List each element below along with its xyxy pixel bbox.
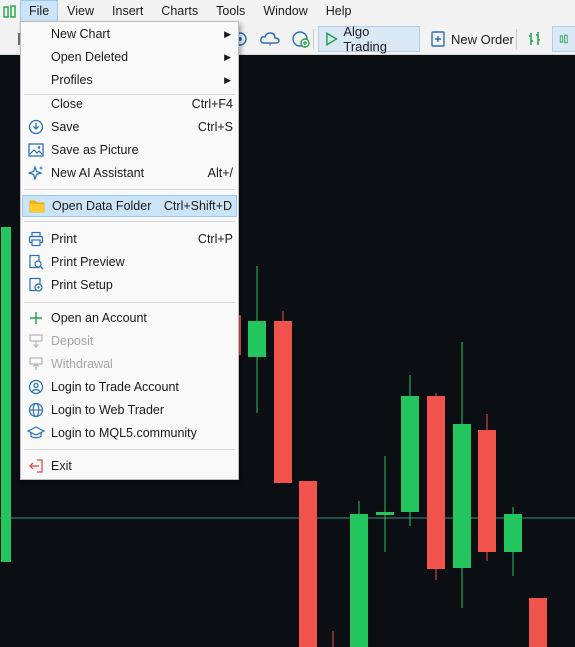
globe-icon [22, 399, 50, 421]
menu-item-withdrawal[interactable]: Withdrawal [22, 353, 237, 375]
print-setup-icon [22, 274, 50, 296]
candle [376, 512, 394, 515]
candlestick-chart-icon[interactable] [552, 26, 575, 52]
menu-item-save-as-picture[interactable]: Save as Picture [22, 139, 237, 161]
menu-item-save[interactable]: Save Ctrl+S [22, 116, 237, 138]
menu-item-open-data-folder[interactable]: Open Data Folder Ctrl+Shift+D [22, 195, 237, 217]
menu-item-exit[interactable]: Exit [22, 455, 237, 477]
menu-item-print[interactable]: Print Ctrl+P [22, 228, 237, 250]
user-icon [22, 376, 50, 398]
submenu-arrow-icon: ▶ [224, 74, 231, 85]
menu-item-profiles[interactable]: Profiles ▶ [22, 69, 237, 91]
file-menu-dropdown: New Chart ▶ Open Deleted ▶ Profiles ▶ Cl… [20, 21, 239, 480]
menu-separator [24, 302, 235, 303]
menu-item-deposit[interactable]: Deposit [22, 330, 237, 352]
menu-item-login-to-mql5-community[interactable]: Login to MQL5.community [22, 422, 237, 444]
menu-item-print-preview[interactable]: Print Preview [22, 251, 237, 273]
candle [299, 481, 317, 647]
menu-separator [24, 221, 235, 222]
exit-icon [22, 455, 50, 477]
algo-trading-label: Algo Trading [343, 24, 387, 54]
menu-charts[interactable]: Charts [152, 0, 207, 23]
menu-item-close[interactable]: Close Ctrl+F4 [22, 93, 237, 115]
new-order-icon [431, 31, 445, 47]
menu-separator [24, 189, 235, 190]
candle [504, 514, 522, 552]
candle [427, 396, 445, 569]
picture-icon [22, 139, 50, 161]
submenu-arrow-icon: ▶ [224, 51, 231, 62]
menu-insert[interactable]: Insert [103, 0, 152, 23]
candle [248, 321, 266, 357]
candle [478, 430, 496, 552]
play-icon [326, 32, 338, 46]
menu-item-login-to-trade-account[interactable]: Login to Trade Account [22, 376, 237, 398]
algo-trading-button[interactable]: Algo Trading [318, 24, 420, 54]
candle [350, 514, 368, 647]
print-preview-icon [22, 251, 50, 273]
menu-separator [24, 449, 235, 450]
candle [274, 321, 292, 483]
menu-view[interactable]: View [58, 0, 103, 23]
menu-tools[interactable]: Tools [207, 0, 254, 23]
cloud-icon[interactable] [253, 26, 287, 52]
deposit-icon [22, 330, 50, 352]
menu-item-print-setup[interactable]: Print Setup [22, 274, 237, 296]
menu-item-open-deleted[interactable]: Open Deleted ▶ [22, 46, 237, 68]
menu-item-open-an-account[interactable]: Open an Account [22, 307, 237, 329]
menu-item-login-to-web-trader[interactable]: Login to Web Trader [22, 399, 237, 421]
candle [1, 227, 11, 562]
candlestick-app-icon[interactable] [0, 0, 20, 23]
menu-window[interactable]: Window [254, 0, 316, 23]
candle [529, 598, 547, 647]
menu-item-new-ai-assistant[interactable]: New AI Assistant Alt+/ [22, 162, 237, 184]
toolbar-separator [516, 29, 517, 49]
candle [401, 396, 419, 512]
plus-icon [22, 307, 50, 329]
candle [239, 315, 241, 355]
printer-icon [22, 228, 50, 250]
withdrawal-icon [22, 353, 50, 375]
menu-file[interactable]: File [20, 0, 59, 23]
new-order-label: New Order [451, 31, 514, 47]
candle [453, 424, 471, 568]
save-icon [22, 116, 50, 138]
submenu-arrow-icon: ▶ [224, 28, 231, 39]
menu-help[interactable]: Help [317, 0, 361, 23]
folder-icon [23, 195, 51, 217]
toolbar-separator [313, 29, 314, 49]
graduation-cap-icon [22, 422, 50, 444]
new-order-button[interactable]: New Order [424, 26, 520, 52]
menu-item-new-chart[interactable]: New Chart ▶ [22, 23, 237, 45]
bar-chart-icon[interactable] [520, 26, 550, 52]
menu-bar: File View Insert Charts Tools Window Hel… [0, 0, 575, 23]
sparkle-icon [22, 162, 50, 184]
